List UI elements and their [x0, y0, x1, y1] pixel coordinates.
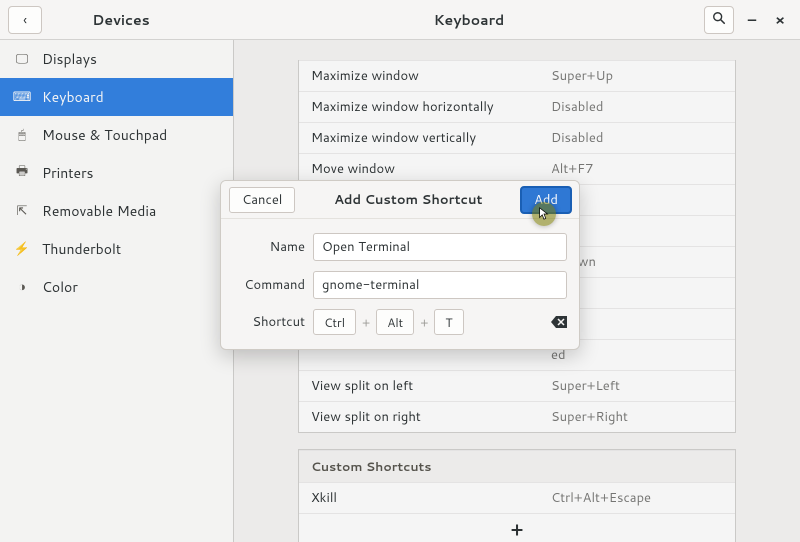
dialog-header: Cancel Add Custom Shortcut Add — [221, 181, 579, 219]
key-plus: + — [356, 314, 376, 331]
shortcut-keys: Ctrl + Alt + T — [313, 309, 567, 335]
add-button[interactable]: Add — [521, 187, 571, 213]
key-ctrl[interactable]: Ctrl — [313, 309, 356, 335]
search-button[interactable] — [704, 6, 734, 34]
key-t[interactable]: T — [434, 309, 463, 335]
name-input[interactable] — [313, 233, 567, 261]
backspace-icon — [551, 312, 567, 333]
key-alt[interactable]: Alt — [376, 309, 414, 335]
command-field-row: Command — [233, 271, 567, 299]
minimize-icon: – — [748, 10, 756, 30]
minimize-button[interactable]: – — [742, 10, 762, 30]
close-button[interactable]: × — [770, 10, 790, 30]
command-label: Command — [233, 276, 313, 294]
header-bar: ‹ Devices Keyboard – × — [0, 0, 800, 40]
cancel-label: Cancel — [242, 191, 282, 209]
dialog-title: Add Custom Shortcut — [334, 191, 482, 209]
header-left: ‹ Devices — [0, 6, 234, 34]
name-field-row: Name — [233, 233, 567, 261]
header-right-controls: – × — [704, 6, 800, 34]
key-plus: + — [414, 314, 434, 331]
dialog-body: Name Command Shortcut Ctrl + Alt + T — [221, 219, 579, 349]
close-icon: × — [775, 10, 785, 30]
name-label: Name — [233, 238, 313, 256]
shortcut-label: Shortcut — [233, 313, 313, 331]
search-icon — [712, 10, 726, 30]
cancel-button[interactable]: Cancel — [229, 187, 295, 213]
add-custom-shortcut-dialog: Cancel Add Custom Shortcut Add Name Comm… — [220, 180, 580, 350]
add-label: Add — [534, 191, 558, 209]
header-center-title: Keyboard — [234, 10, 704, 30]
header-left-title: Devices — [8, 10, 234, 30]
shortcut-field-row: Shortcut Ctrl + Alt + T — [233, 309, 567, 335]
clear-shortcut-button[interactable] — [551, 312, 567, 333]
command-input[interactable] — [313, 271, 567, 299]
